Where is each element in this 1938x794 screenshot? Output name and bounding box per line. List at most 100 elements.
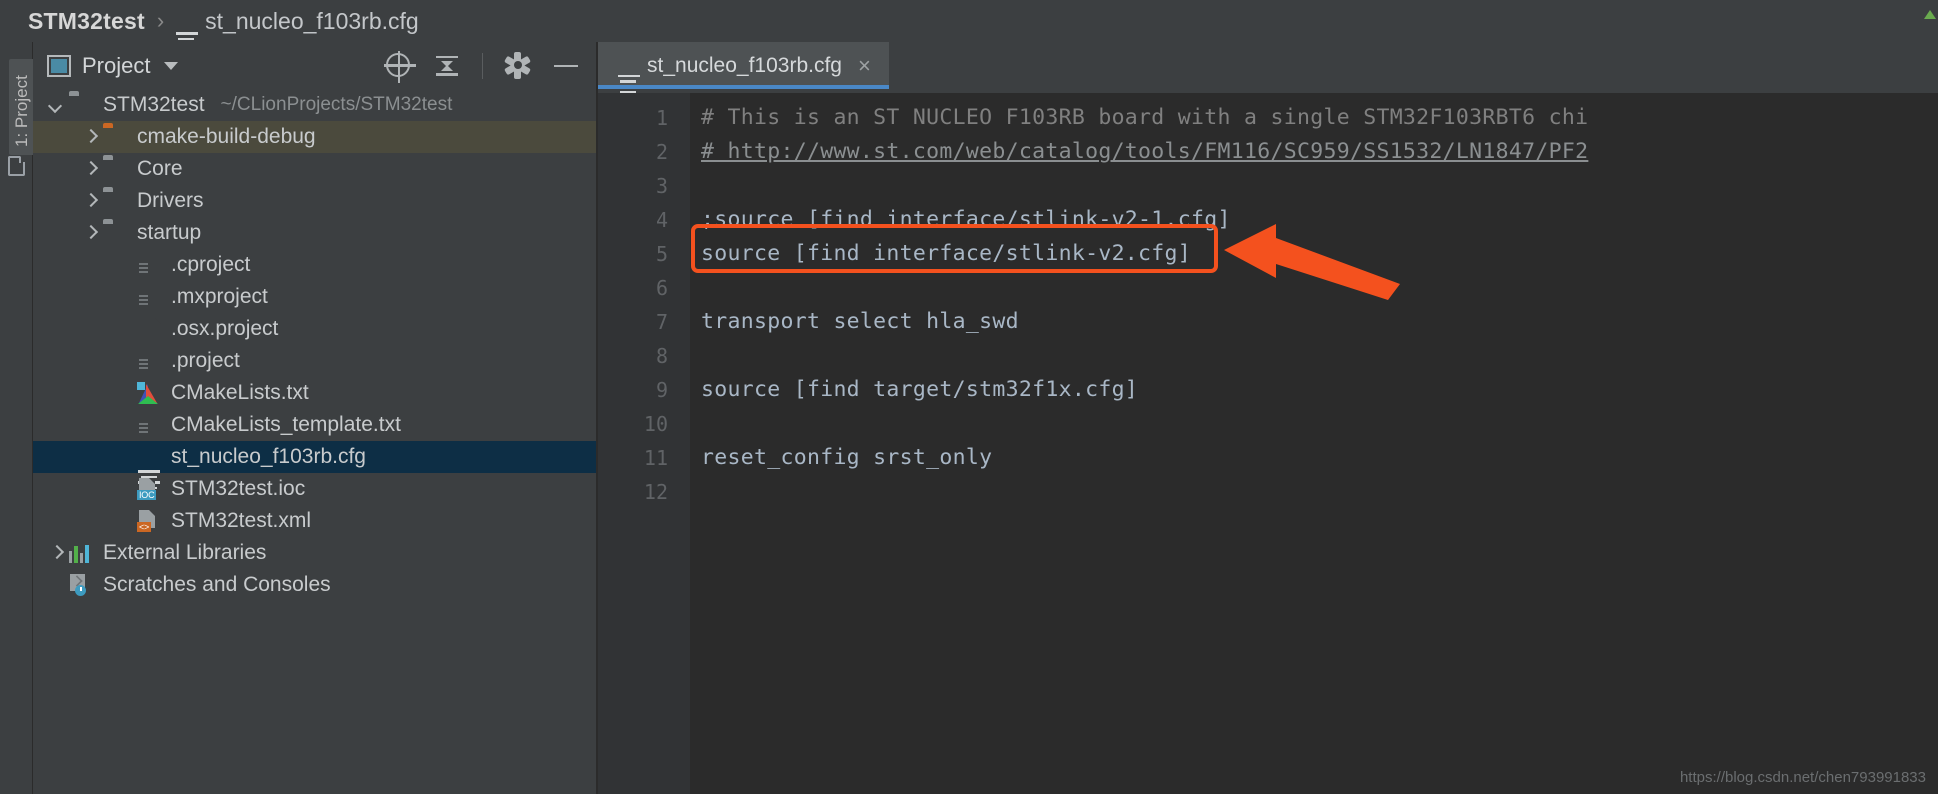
chevron-right-icon[interactable]: [83, 194, 97, 208]
code-content[interactable]: # This is an ST NUCLEO F103RB board with…: [690, 93, 1938, 794]
no-arrow: [117, 322, 131, 336]
line-number: 8: [655, 344, 668, 368]
line-number: 10: [643, 412, 668, 436]
code-line[interactable]: reset_config srst_only: [690, 441, 1938, 475]
project-panel-header: Project: [33, 42, 597, 89]
tree-item-drivers[interactable]: Drivers: [33, 185, 597, 217]
select-opened-file-button[interactable]: [384, 50, 416, 83]
no-arrow: [117, 354, 131, 368]
tree-item-project[interactable]: .project: [33, 345, 597, 377]
tree-item-label: .cproject: [171, 253, 251, 276]
tree-item-label: .mxproject: [171, 285, 268, 308]
tree-item-label: .project: [171, 349, 240, 372]
code-line[interactable]: source [find interface/stlink-v2.cfg]: [690, 237, 1938, 271]
breadcrumb: STM32test › st_nucleo_f103rb.cfg: [0, 0, 1938, 52]
editor-area: st_nucleo_f103rb.cfg × 1 2 3 4 5 6 7 8 9 10 11 12 #…: [598, 42, 1938, 794]
tree-item-path: ~/CLionProjects/STM32test: [220, 94, 453, 115]
code-viewport: 1 2 3 4 5 6 7 8 9 10 11 12 # This is an ST NUCLEO F…: [598, 93, 1938, 794]
structure-icon[interactable]: [8, 156, 25, 176]
tree-item-label: st_nucleo_f103rb.cfg: [171, 445, 366, 468]
editor-tabbar: st_nucleo_f103rb.cfg ×: [598, 42, 1938, 94]
tree-item-label: Drivers: [137, 189, 204, 212]
line-number: 11: [643, 446, 668, 470]
tree-item-core[interactable]: Core: [33, 153, 597, 185]
tree-item-stm32test-xml[interactable]: <> STM32test.xml: [33, 505, 597, 537]
tree-item-label: Core: [137, 157, 183, 180]
line-number: 1: [655, 106, 668, 130]
code-line[interactable]: [690, 271, 1938, 305]
target-icon: [384, 50, 416, 83]
chevron-down-icon[interactable]: [164, 61, 179, 70]
tree-item-stm32test[interactable]: STM32test ~/CLionProjects/STM32test: [33, 89, 597, 121]
hide-panel-button[interactable]: [553, 53, 579, 79]
toolbar-divider: [482, 52, 483, 79]
no-arrow: [49, 578, 63, 592]
close-icon[interactable]: ×: [858, 54, 871, 77]
code-line[interactable]: source [find target/stm32f1x.cfg]: [690, 373, 1938, 407]
no-arrow: [117, 386, 131, 400]
line-number: 12: [643, 480, 668, 504]
project-view-icon: [47, 54, 71, 77]
tree-item-external-libraries[interactable]: External Libraries: [33, 537, 597, 569]
tree-item-mxproject[interactable]: .mxproject: [33, 281, 597, 313]
line-number: 5: [655, 242, 668, 266]
no-arrow: [117, 418, 131, 432]
line-number: 9: [655, 378, 668, 402]
code-line[interactable]: # This is an ST NUCLEO F103RB board with…: [690, 101, 1938, 135]
code-line[interactable]: [690, 339, 1938, 373]
project-panel-actions: [384, 50, 583, 83]
tree-item-label: External Libraries: [103, 541, 267, 564]
line-number: 7: [655, 310, 668, 334]
code-line[interactable]: [690, 475, 1938, 509]
chevron-right-icon[interactable]: [83, 130, 97, 144]
chevron-down-icon[interactable]: [49, 98, 63, 112]
tree-item-label: STM32test.ioc: [171, 477, 306, 500]
project-tool-window: Project STM32test ~/CLionProjects/STM32te…: [33, 42, 597, 794]
editor-tab-label: st_nucleo_f103rb.cfg: [647, 53, 842, 77]
watermark: https://blog.csdn.net/chen793991833: [1679, 769, 1926, 786]
tree-item-scratches-and-consoles[interactable]: Scratches and Consoles: [33, 569, 597, 601]
tree-item-label: .osx.project: [171, 317, 279, 340]
tree-item-cproject[interactable]: .cproject: [33, 249, 597, 281]
scroll-marker-icon: [1924, 0, 1938, 30]
cfg-file-icon: [618, 57, 640, 94]
code-line[interactable]: # http://www.st.com/web/catalog/tools/FM…: [690, 135, 1938, 169]
chevron-right-icon[interactable]: [83, 226, 97, 240]
line-number: 4: [655, 208, 668, 232]
collapse-all-button[interactable]: [434, 53, 460, 79]
no-arrow: [117, 258, 131, 272]
tree-item-startup[interactable]: startup: [33, 217, 597, 249]
tree-item-label: STM32test: [103, 93, 205, 116]
tree-item-cmakelists-txt[interactable]: CMakeLists.txt: [33, 377, 597, 409]
code-line[interactable]: transport select hla_swd: [690, 305, 1938, 339]
chevron-right-icon[interactable]: [83, 162, 97, 176]
breadcrumb-project[interactable]: STM32test: [28, 8, 145, 35]
no-arrow: [117, 482, 131, 496]
breadcrumb-file[interactable]: st_nucleo_f103rb.cfg: [205, 8, 419, 35]
project-settings-button[interactable]: [504, 51, 531, 79]
tree-item-label: startup: [137, 221, 202, 244]
tree-item-cmake-build-debug[interactable]: cmake-build-debug: [33, 121, 597, 153]
project-panel-title: Project: [82, 52, 151, 78]
tree-item-label: STM32test.xml: [171, 509, 312, 532]
editor-tab-st-nucleo-f103rb-cfg[interactable]: st_nucleo_f103rb.cfg ×: [598, 42, 889, 94]
code-line[interactable]: [690, 407, 1938, 441]
left-tool-strip: 1: Project: [0, 42, 35, 794]
sidebar-tab-project[interactable]: 1: Project: [9, 59, 35, 155]
no-arrow: [117, 514, 131, 528]
tree-item-label: CMakeLists_template.txt: [171, 413, 401, 436]
tree-item-cmakelists-template-txt[interactable]: CMakeLists_template.txt: [33, 409, 597, 441]
tree-item-st-nucleo-f103rb-cfg[interactable]: st_nucleo_f103rb.cfg: [33, 441, 597, 490]
line-number-gutter: 1 2 3 4 5 6 7 8 9 10 11 12: [598, 93, 690, 794]
code-line[interactable]: [690, 169, 1938, 203]
tree-item-osx-project[interactable]: .osx.project: [33, 313, 597, 345]
active-tab-underline: [598, 85, 889, 89]
line-number: 3: [655, 174, 668, 198]
libraries-icon: [69, 543, 91, 563]
no-arrow: [117, 450, 131, 464]
chevron-right-icon[interactable]: [49, 546, 63, 560]
clion-window: STM32test › st_nucleo_f103rb.cfg 1: Proj…: [0, 0, 1938, 794]
code-line[interactable]: ;source [find interface/stlink-v2-1.cfg]: [690, 203, 1938, 237]
project-tree: STM32test ~/CLionProjects/STM32test cmake-…: [33, 89, 597, 794]
tree-item-stm32test-ioc[interactable]: IOC STM32test.ioc: [33, 473, 597, 505]
